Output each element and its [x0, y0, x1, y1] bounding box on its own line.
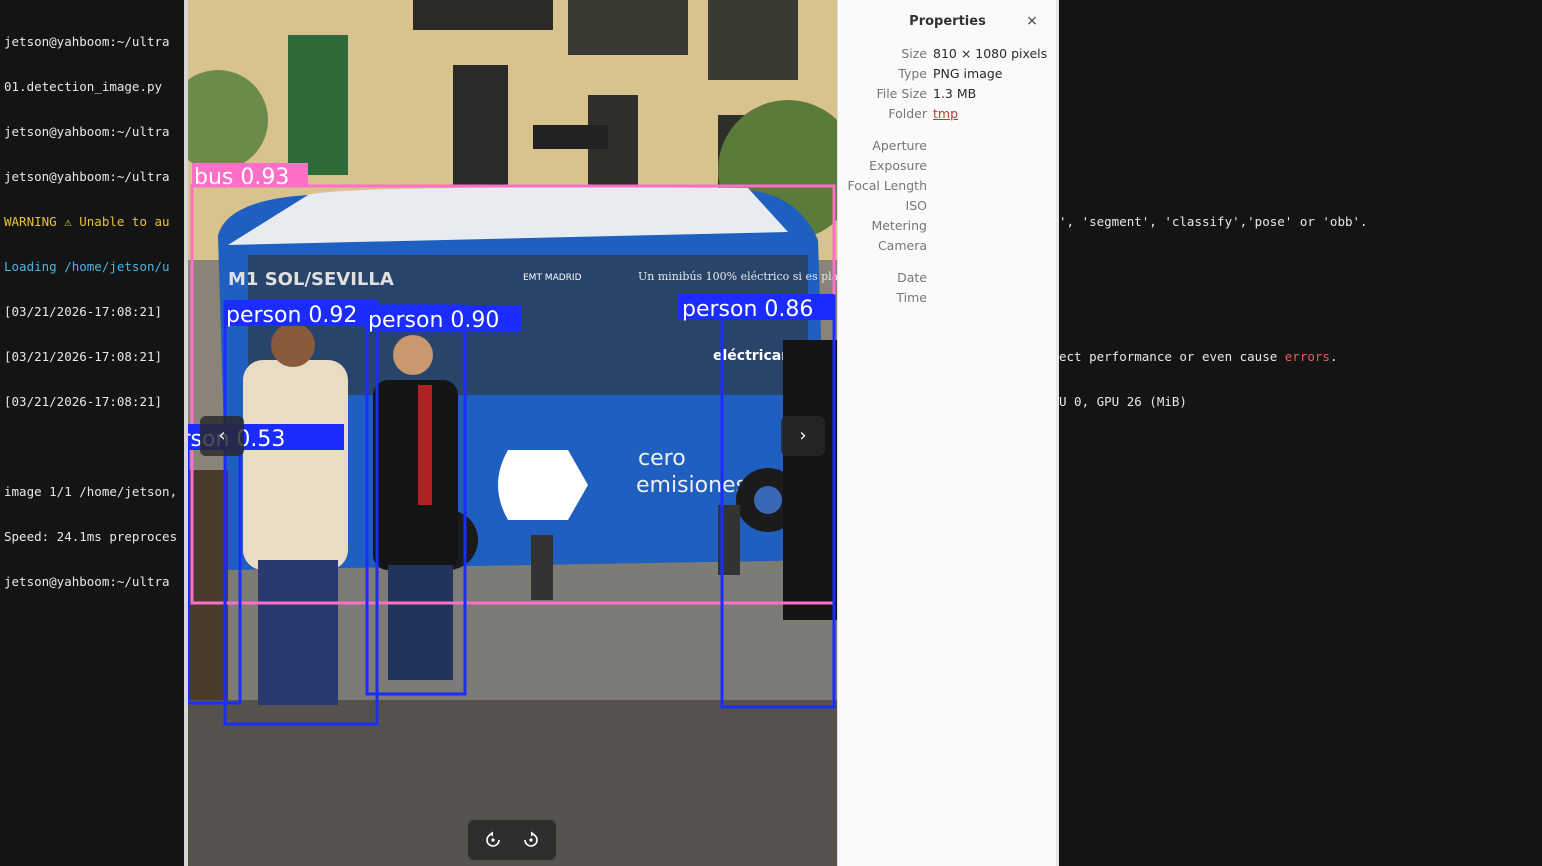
property-key: Time	[896, 290, 927, 305]
property-row-focal-length: Focal Length	[838, 178, 1057, 196]
property-row-iso: ISO	[838, 198, 1057, 216]
balcony	[413, 0, 553, 30]
window	[453, 65, 508, 185]
window	[288, 35, 348, 175]
property-row-folder: Folder tmp	[838, 106, 1057, 124]
previous-image-button[interactable]: ‹	[200, 416, 244, 456]
bus-cero: cero	[638, 446, 686, 471]
terminal-line: U 0, GPU 26 (MiB)	[1059, 394, 1187, 409]
property-key: Metering	[871, 218, 927, 233]
property-key: Date	[897, 270, 927, 285]
rotate-right-button[interactable]	[516, 825, 546, 855]
bus-wheel-hub	[754, 486, 782, 514]
terminal-line: jetson@yahboom:~/ultra	[4, 34, 170, 49]
terminal-line: jetson@yahboom:~/ultra	[4, 124, 170, 139]
rotate-right-icon	[524, 831, 538, 847]
terminal-loading-line: Loading /home/jetson/u	[4, 259, 170, 274]
sign	[533, 125, 608, 149]
property-key: File Size	[876, 86, 927, 101]
person-figure	[783, 340, 837, 620]
property-row-date: Date	[838, 270, 1057, 288]
detection-label: person 0.86	[682, 297, 813, 322]
terminal-text: .	[1329, 349, 1338, 364]
terminal-line: Speed: 24.1ms preproces	[4, 529, 178, 544]
bollard	[531, 535, 553, 600]
rotate-left-button[interactable]	[478, 825, 508, 855]
balcony	[568, 0, 688, 55]
properties-panel: Properties × Size 810 × 1080 pixels Type…	[837, 0, 1056, 866]
person-figure	[258, 560, 338, 705]
person-figure	[418, 385, 432, 505]
terminal-right[interactable]: ', 'segment', 'classify','pose' or 'obb'…	[1059, 0, 1542, 866]
next-image-button[interactable]: ›	[781, 416, 825, 456]
panel-border	[1056, 0, 1059, 866]
property-key: Focal Length	[847, 178, 928, 193]
property-key: Aperture	[872, 138, 927, 153]
property-value: 810 × 1080 pixels	[933, 46, 1048, 61]
property-row-time: Time	[838, 290, 1057, 308]
person-figure	[373, 380, 458, 570]
terminal-line: [03/21/2026-17:08:21]	[4, 349, 163, 364]
bus-route-sign: M1 SOL/SEVILLA	[228, 269, 394, 290]
property-key: Type	[898, 66, 927, 81]
property-row-size: Size 810 × 1080 pixels	[838, 46, 1057, 64]
property-row-exposure: Exposure	[838, 158, 1057, 176]
terminal-line: jetson@yahboom:~/ultra	[4, 169, 170, 184]
person-figure	[388, 565, 453, 680]
detection-image[interactable]: M1 SOL/SEVILLA Un minibús 100% eléctrico…	[188, 0, 837, 866]
person-head	[393, 335, 433, 375]
detection-label: bus 0.93	[194, 165, 289, 190]
detection-label: person 0.90	[368, 308, 499, 333]
terminal-text: ect performance or even cause	[1059, 349, 1285, 364]
bus-operator: EMT MADRID	[523, 273, 582, 283]
property-key: Exposure	[869, 158, 927, 173]
terminal-line: 01.detection_image.py	[4, 79, 163, 94]
property-key: ISO	[905, 198, 927, 213]
terminal-line: ', 'segment', 'classify','pose' or 'obb'…	[1059, 214, 1368, 229]
terminal-line: ect performance or even cause errors.	[1059, 349, 1542, 364]
terminal-warning-line: WARNING ⚠ Unable to au	[4, 214, 170, 229]
property-key: Camera	[877, 238, 927, 253]
terminal-line: jetson@yahboom:~/ultra	[4, 574, 170, 589]
bus-slogan: Un minibús 100% eléctrico si es plan	[638, 270, 837, 283]
property-row-type: Type PNG image	[838, 66, 1057, 84]
balcony	[708, 0, 798, 80]
property-row-aperture: Aperture	[838, 138, 1057, 156]
property-value: PNG image	[933, 66, 1003, 81]
terminal-line: image 1/1 /home/jetson,	[4, 484, 178, 499]
property-row-camera: Camera	[838, 238, 1057, 256]
rotate-left-icon	[486, 831, 500, 847]
terminal-left[interactable]: jetson@yahboom:~/ultra 01.detection_imag…	[0, 0, 184, 866]
person-head	[271, 323, 315, 367]
person-figure	[243, 360, 348, 570]
terminal-line: [03/21/2026-17:08:21]	[4, 304, 163, 319]
close-icon[interactable]: ×	[1024, 13, 1040, 31]
folder-link[interactable]: tmp	[933, 106, 958, 121]
property-value: 1.3 MB	[933, 86, 977, 101]
property-key: Size	[901, 46, 927, 61]
property-key: Folder	[888, 106, 927, 121]
terminal-line: [03/21/2026-17:08:21]	[4, 394, 163, 409]
rotate-toolbar	[468, 820, 556, 860]
property-row-metering: Metering	[838, 218, 1057, 236]
detection-label: person 0.92	[226, 303, 357, 328]
property-row-file-size: File Size 1.3 MB	[838, 86, 1057, 104]
bus-emisiones: emisiones	[636, 473, 747, 498]
terminal-error-word: errors	[1284, 349, 1330, 364]
person-figure	[188, 470, 228, 700]
